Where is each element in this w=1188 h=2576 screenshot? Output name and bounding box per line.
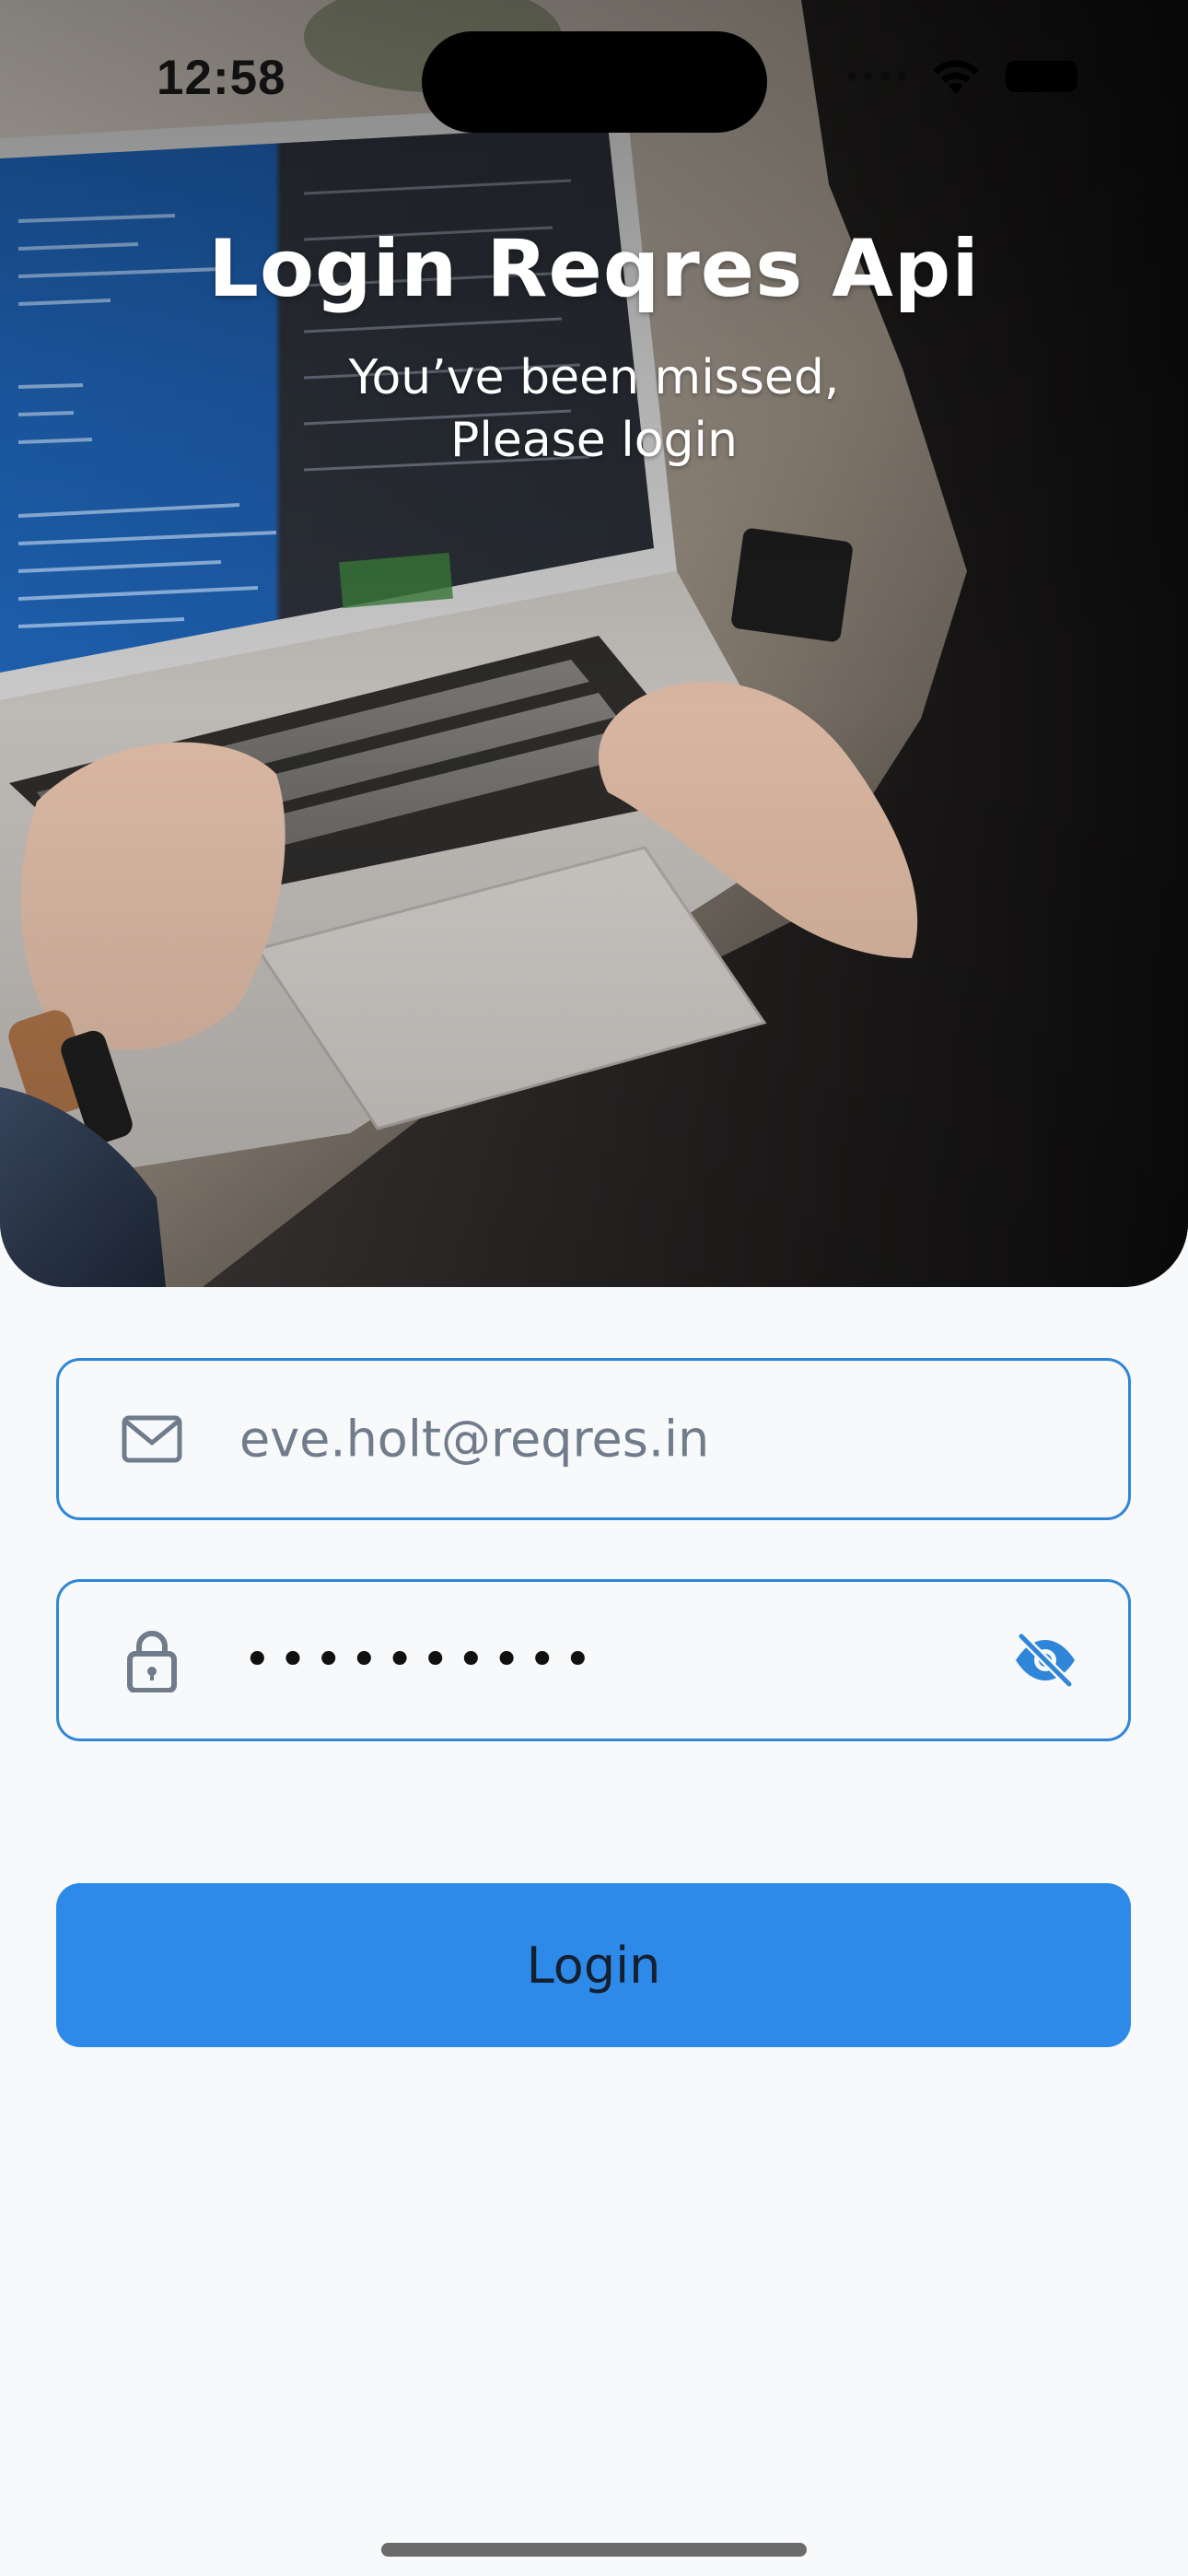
status-indicators: [847, 57, 1077, 96]
wifi-icon: [933, 60, 979, 94]
eye-off-icon[interactable]: [1008, 1623, 1082, 1697]
login-button-label: Login: [526, 1936, 661, 1995]
password-field[interactable]: ••••••••••: [56, 1579, 1131, 1741]
status-time: 12:58: [157, 51, 286, 105]
email-field[interactable]: eve.holt@reqres.in: [56, 1358, 1131, 1520]
login-button[interactable]: Login: [56, 1883, 1131, 2047]
dynamic-island: [422, 31, 767, 133]
hero-overlay: [0, 0, 1188, 1287]
battery-icon: [1006, 61, 1077, 92]
mail-icon: [119, 1406, 185, 1472]
hero-banner: 12:58 Login Reqres Api You’ve been misse…: [0, 0, 1188, 1287]
subtitle-line-2: Please login: [450, 413, 738, 468]
lock-icon: [119, 1627, 185, 1693]
password-input-value[interactable]: ••••••••••: [243, 1633, 600, 1688]
home-indicator[interactable]: [381, 2543, 807, 2557]
email-input-value[interactable]: eve.holt@reqres.in: [239, 1411, 709, 1469]
subtitle-line-1: You’ve been missed,: [348, 350, 840, 405]
page-title: Login Reqres Api: [208, 223, 980, 315]
cellular-signal-icon: [847, 72, 906, 81]
